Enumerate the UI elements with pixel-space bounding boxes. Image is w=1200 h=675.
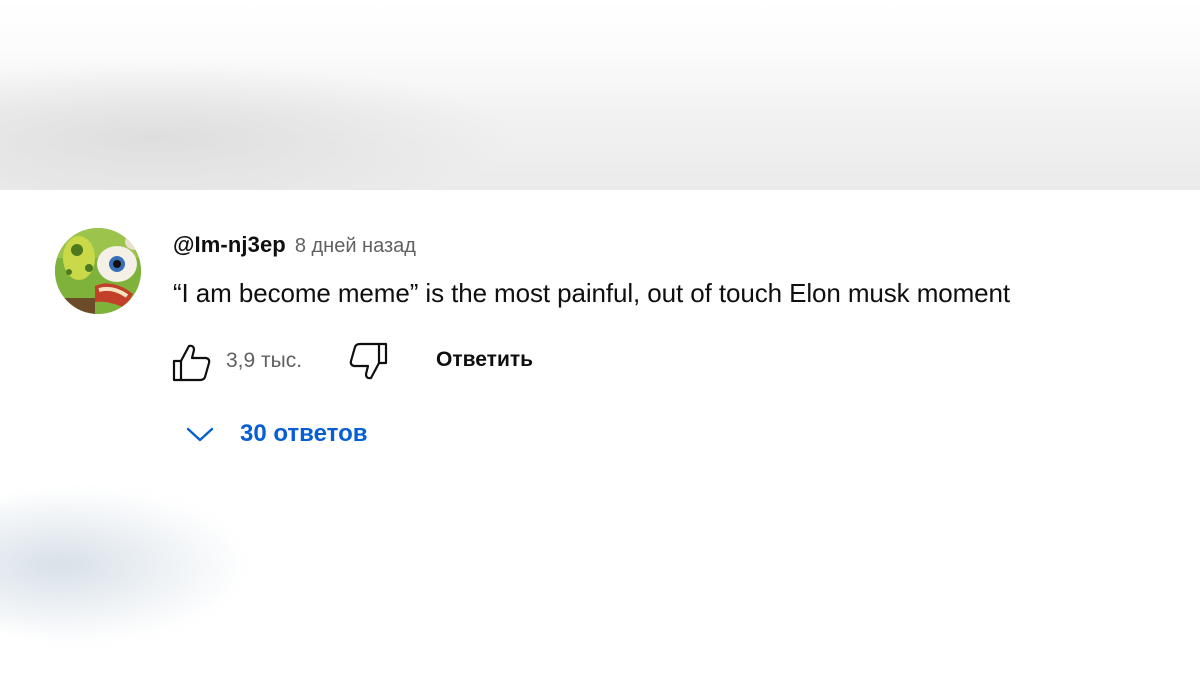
- thumbs-down-icon: [349, 342, 388, 380]
- comment-card: @Im-nj3ep 8 дней назад “I am become meme…: [0, 190, 1200, 484]
- reply-button[interactable]: Ответить: [436, 348, 533, 372]
- replies-count: 30 ответов: [240, 420, 368, 447]
- like-count: 3,9 тыс.: [226, 349, 303, 372]
- thumbs-up-icon: [172, 344, 211, 382]
- author-name[interactable]: @Im-nj3ep: [173, 232, 286, 258]
- blurred-background-top: [0, 0, 1200, 190]
- comment-actions: 3,9 тыс. Ответить: [170, 340, 590, 384]
- page: @Im-nj3ep 8 дней назад “I am become meme…: [0, 0, 1200, 675]
- spongebob-avatar-icon: [55, 228, 141, 314]
- comment-time[interactable]: 8 дней назад: [295, 235, 416, 258]
- like-button[interactable]: [170, 340, 214, 384]
- chevron-down-icon: [186, 427, 214, 442]
- avatar[interactable]: [55, 228, 141, 314]
- view-replies-button[interactable]: 30 ответов: [184, 414, 368, 454]
- comment-text: “I am become meme” is the most painful, …: [173, 278, 1011, 308]
- comment-header: @Im-nj3ep 8 дней назад: [173, 232, 416, 262]
- dislike-button[interactable]: [346, 340, 390, 384]
